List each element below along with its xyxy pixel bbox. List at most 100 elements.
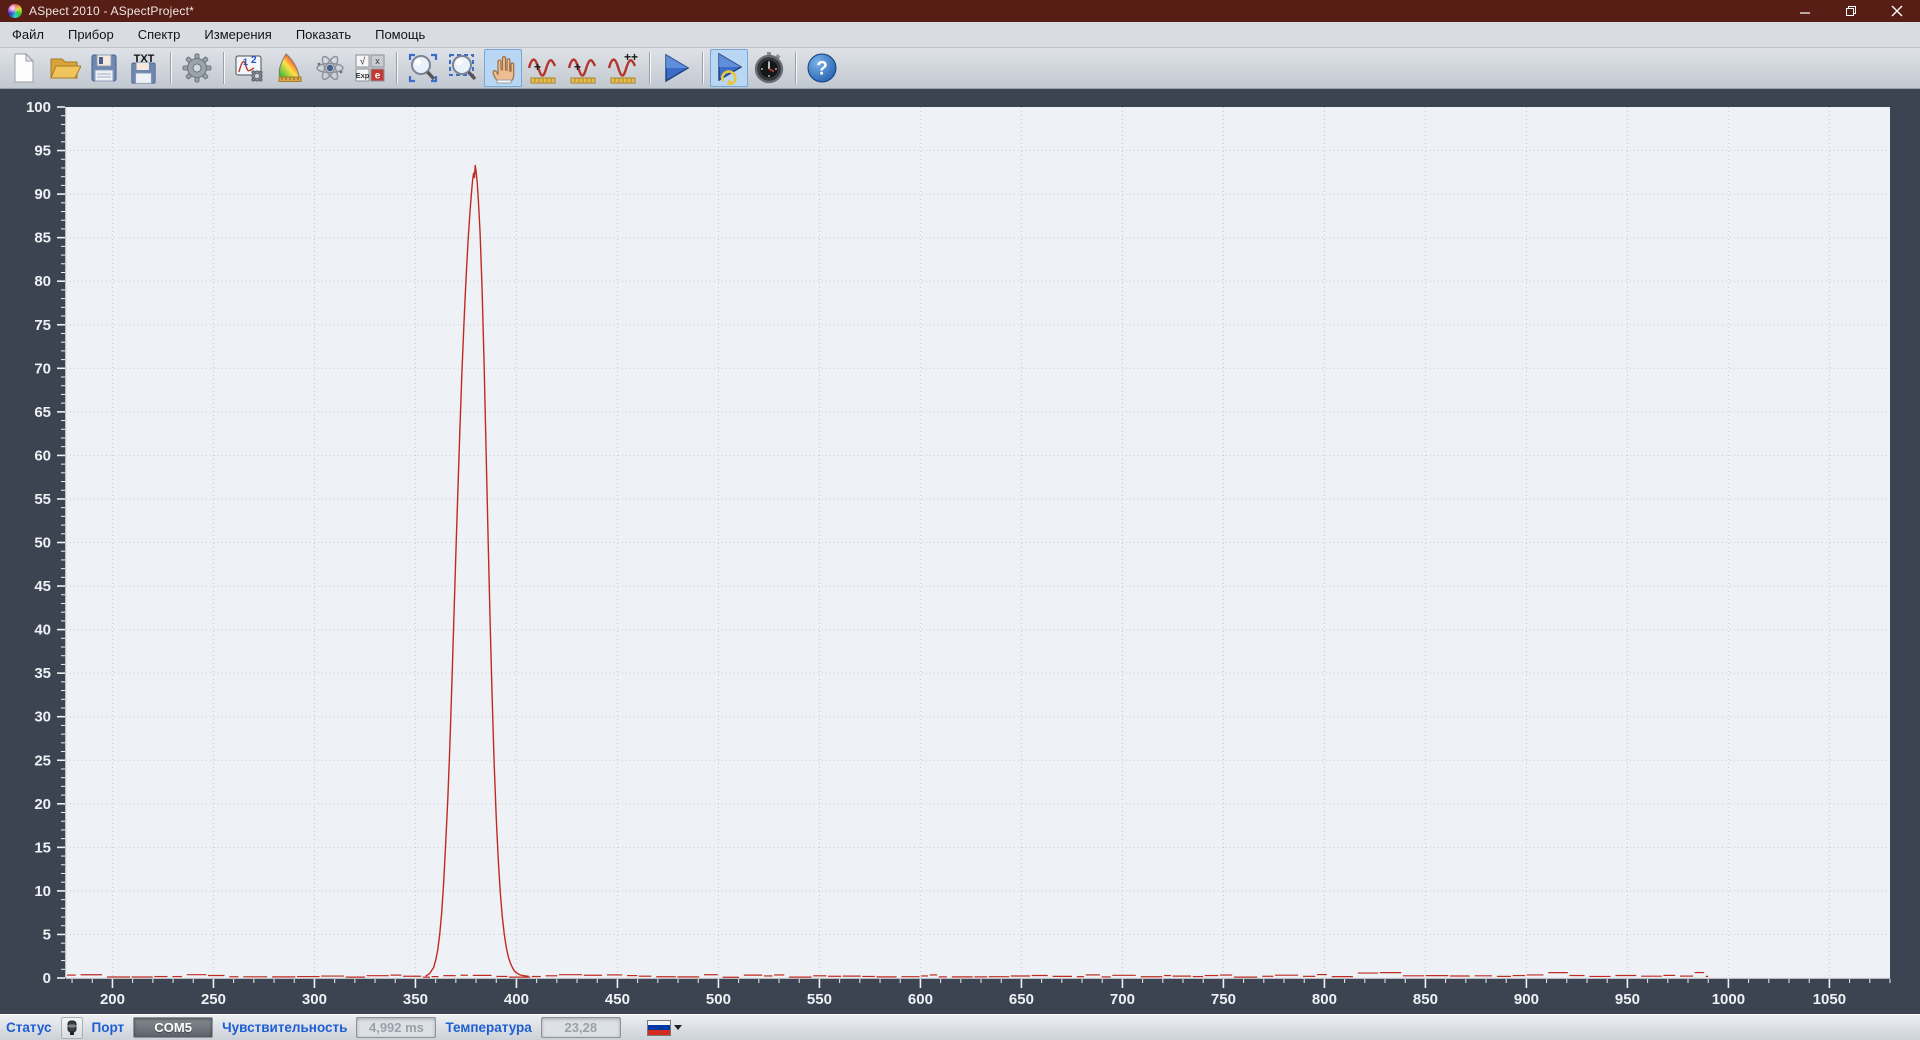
start-measurement-button[interactable] [657, 49, 695, 87]
math-functions-button[interactable]: √ x Exp e [351, 49, 389, 87]
svg-text:TXT: TXT [134, 53, 155, 65]
y-tick-label: 5 [43, 926, 51, 943]
y-tick-label: 10 [34, 883, 51, 900]
y-tick-label: 30 [34, 709, 51, 726]
play-icon [665, 53, 690, 83]
spectrum-chart: 0 5 10 15 20 25 30 35 40 45 50 55 60 65 70 75 80 85 90 95 10… [0, 89, 1920, 1014]
y-tick-label: 85 [34, 230, 51, 247]
x-tick-label: 650 [1009, 991, 1034, 1008]
x-tick-label: 250 [201, 991, 226, 1008]
menu-item-4[interactable]: Измерения [192, 23, 283, 46]
x-tick-label: 200 [100, 991, 125, 1008]
port-label: Порт [91, 1020, 125, 1035]
svg-text:√: √ [360, 56, 366, 68]
svg-text:++: ++ [624, 51, 638, 64]
close-button[interactable] [1874, 0, 1920, 22]
svg-text:+: + [534, 60, 541, 74]
y-tick-label: 55 [34, 491, 51, 508]
menu-item-2[interactable]: Прибор [56, 23, 126, 46]
help-icon: ? [807, 53, 837, 83]
toolbar-separator [223, 52, 224, 84]
window-title: ASpect 2010 - ASpectProject* [29, 4, 195, 18]
window-controls [1782, 0, 1920, 22]
menu-item-6[interactable]: Помощь [363, 23, 437, 46]
peak-tool-1-button[interactable]: + [524, 49, 562, 87]
y-tick-label: 35 [34, 665, 51, 682]
zoom-in-button[interactable] [404, 49, 442, 87]
temperature-value-field: 23,28 [540, 1017, 621, 1038]
x-tick-label: 1000 [1712, 991, 1745, 1008]
svg-text:+: + [574, 60, 581, 74]
svg-text:e: e [375, 71, 381, 82]
open-folder-icon [50, 58, 81, 79]
toolbar: TXT 1 2 √ x Exp e + + ++? [0, 48, 1920, 89]
measurement-setup-button[interactable]: 12 [231, 49, 269, 87]
chevron-down-icon [673, 1025, 682, 1030]
color-triangle-icon [278, 53, 302, 82]
pan-button[interactable] [484, 49, 522, 87]
menu-item-1[interactable]: Файл [0, 23, 56, 46]
toolbar-separator [649, 52, 650, 84]
toolbar-separator [702, 52, 703, 84]
sensitivity-label: Чувствительность [222, 1020, 348, 1035]
x-tick-label: 1050 [1813, 991, 1846, 1008]
language-selector[interactable] [646, 1019, 682, 1036]
y-tick-label: 65 [34, 404, 51, 421]
stopwatch-icon [754, 52, 784, 84]
restore-button[interactable] [1828, 0, 1874, 22]
y-tick-label: 45 [34, 578, 51, 595]
svg-text:Exp: Exp [356, 71, 370, 80]
timer-button[interactable] [750, 49, 788, 87]
y-tick-label: 70 [34, 360, 51, 377]
continuous-measurement-button[interactable] [710, 49, 748, 87]
atomic-spectra-button[interactable] [311, 49, 349, 87]
menu-item-5[interactable]: Показать [284, 23, 363, 46]
russia-flag-icon [646, 1019, 671, 1036]
svg-text:x: x [375, 56, 380, 66]
y-tick-label: 40 [34, 622, 51, 639]
chart-canvas: 0 5 10 15 20 25 30 35 40 45 50 55 60 65 70 75 80 85 90 95 10… [0, 89, 1920, 1014]
menu-bar: Файл Прибор Спектр Измерения Показать Помощь [0, 22, 1920, 48]
lamp-icon[interactable] [60, 1016, 83, 1039]
sensitivity-value-field: 4,992 ms [356, 1017, 437, 1038]
title-bar: ASpect 2010 - ASpectProject* [0, 0, 1920, 22]
settings-button[interactable] [178, 49, 216, 87]
save-project-button[interactable] [85, 49, 123, 87]
save-icon [91, 54, 117, 82]
wave-plus-icon: + [527, 58, 557, 84]
toolbar-separator [795, 52, 796, 84]
x-tick-label: 850 [1413, 991, 1438, 1008]
peak-tool-3-button[interactable]: ++ [604, 49, 642, 87]
play-repeat-icon [718, 52, 743, 85]
x-tick-label: 900 [1514, 991, 1539, 1008]
color-measurement-button[interactable] [271, 49, 309, 87]
y-tick-label: 60 [34, 447, 51, 464]
peak-tool-2-button[interactable]: + [564, 49, 602, 87]
new-document-icon [14, 52, 35, 83]
atom-icon [316, 55, 344, 81]
status-label: Статус [6, 1020, 52, 1035]
wave-plus-icon: + [567, 58, 597, 84]
toolbar-separator [396, 52, 397, 84]
x-tick-label: 450 [605, 991, 630, 1008]
x-tick-label: 950 [1615, 991, 1640, 1008]
y-tick-label: 20 [34, 796, 51, 813]
export-txt-button[interactable]: TXT [125, 49, 163, 87]
zoom-out-button[interactable] [444, 49, 482, 87]
toolbar-separator [170, 52, 171, 84]
close-icon [1891, 5, 1903, 17]
minimize-button[interactable] [1782, 0, 1828, 22]
x-tick-label: 400 [504, 991, 529, 1008]
temperature-label: Температура [445, 1020, 532, 1035]
new-document-button[interactable] [5, 49, 43, 87]
help-button[interactable]: ? [803, 49, 841, 87]
app-icon [8, 4, 22, 18]
x-tick-label: 500 [706, 991, 731, 1008]
restore-icon [1846, 6, 1856, 16]
open-project-button[interactable] [45, 49, 83, 87]
y-tick-label: 80 [34, 273, 51, 290]
minimize-icon [1800, 12, 1810, 14]
menu-item-3[interactable]: Спектр [126, 23, 193, 46]
y-tick-label: 25 [34, 752, 51, 769]
lamp-glyph-icon [66, 1020, 77, 1035]
